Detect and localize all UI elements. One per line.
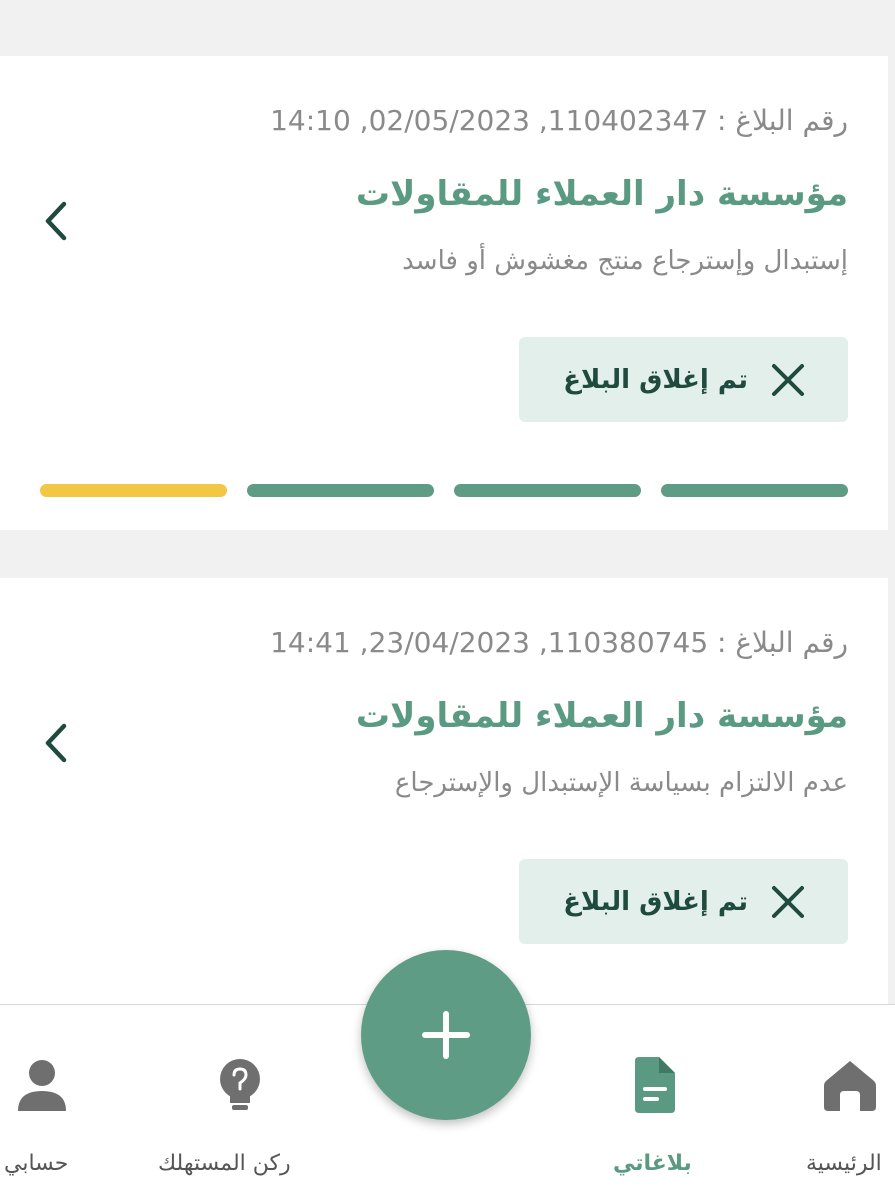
status-label: تم إغلاق البلاغ bbox=[563, 364, 748, 395]
document-icon bbox=[635, 1057, 675, 1113]
report-card[interactable]: رقم البلاغ : 110402347, 02/05/2023, 14:1… bbox=[0, 56, 888, 530]
report-description: إستبدال وإسترجاع منتج مغشوش أو فاسد bbox=[402, 246, 848, 276]
nav-item-home[interactable]: الرئيسية bbox=[800, 1005, 895, 1201]
report-meta: رقم البلاغ : 110402347, 02/05/2023, 14:1… bbox=[270, 104, 848, 137]
nav-label: بلاغاتي bbox=[613, 1151, 692, 1176]
status-badge: تم إغلاق البلاغ bbox=[519, 337, 848, 422]
chevron-left-icon[interactable] bbox=[40, 196, 70, 246]
nav-item-consumer-corner[interactable]: ركن المستهلك bbox=[150, 1005, 330, 1201]
report-description: عدم الالتزام بسياسة الإستبدال والإسترجاع bbox=[394, 768, 848, 798]
report-meta: رقم البلاغ : 110380745, 23/04/2023, 14:4… bbox=[270, 626, 848, 659]
progress-tracker bbox=[40, 484, 848, 497]
add-report-button[interactable] bbox=[361, 950, 531, 1120]
nav-item-account[interactable]: حسابي bbox=[0, 1005, 95, 1201]
nav-label: الرئيسية bbox=[806, 1151, 882, 1176]
report-card[interactable]: رقم البلاغ : 110380745, 23/04/2023, 14:4… bbox=[0, 578, 888, 1008]
lightbulb-icon bbox=[220, 1059, 260, 1110]
status-label: تم إغلاق البلاغ bbox=[563, 886, 748, 917]
nav-label: ركن المستهلك bbox=[158, 1151, 291, 1176]
report-company: مؤسسة دار العملاء للمقاولات bbox=[355, 174, 848, 214]
nav-item-reports[interactable]: بلاغاتي bbox=[595, 1005, 715, 1201]
person-icon bbox=[18, 1060, 66, 1111]
nav-label: حسابي bbox=[4, 1151, 69, 1176]
close-x-icon bbox=[772, 363, 804, 396]
progress-step bbox=[40, 484, 227, 497]
progress-step bbox=[454, 484, 641, 497]
chevron-left-icon[interactable] bbox=[40, 718, 70, 768]
home-icon bbox=[824, 1061, 876, 1111]
progress-step bbox=[247, 484, 434, 497]
close-x-icon bbox=[772, 885, 804, 918]
progress-step bbox=[661, 484, 848, 497]
plus-icon bbox=[422, 1011, 470, 1059]
status-badge: تم إغلاق البلاغ bbox=[519, 859, 848, 944]
report-company: مؤسسة دار العملاء للمقاولات bbox=[355, 696, 848, 736]
